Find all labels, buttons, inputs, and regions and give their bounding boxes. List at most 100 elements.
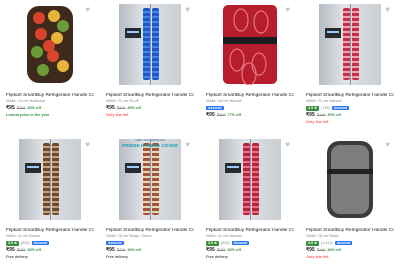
fridge-door-split (150, 139, 151, 220)
price: ₹95 (206, 112, 215, 118)
price: ₹95 (206, 247, 215, 253)
original-price: ₹499 (216, 113, 226, 117)
fridge-photo (119, 4, 181, 85)
handle-cover (143, 8, 150, 80)
product-card[interactable]: ♥ Flipkart SmartBuy Refrigerator Handle C… (100, 0, 200, 135)
product-subtitle: Width: 16 cm Beige, Green (106, 234, 152, 238)
discount: 80% off (127, 248, 142, 252)
rating-count: (822) (221, 241, 230, 245)
price-row: ₹95 ₹499 80% off (306, 112, 394, 118)
heart-icon[interactable]: ♥ (285, 141, 290, 149)
heart-icon[interactable]: ♥ (285, 6, 290, 14)
product-image-frame (319, 4, 381, 85)
product-image[interactable]: ♥ (206, 139, 294, 220)
product-subtitle: Width: 21 cm Maroon (206, 234, 243, 238)
rating-row: Assured (106, 240, 194, 246)
heart-icon[interactable]: ♥ (85, 141, 90, 149)
product-image[interactable]: ♥ (6, 139, 94, 220)
heart-icon[interactable]: ♥ (185, 6, 190, 14)
rating-count: (822) (21, 241, 30, 245)
handle-cover (143, 143, 150, 215)
heart-icon[interactable]: ♥ (85, 6, 90, 14)
assured-badge: Assured (331, 105, 350, 111)
price: ₹95 (6, 105, 15, 111)
price: ₹95 (6, 247, 15, 253)
product-subtitle: Width: 18 cm Black (306, 234, 339, 238)
product-image[interactable]: ♥ (306, 4, 394, 85)
product-grid: ♥ Flipkart SmartBuy Refrigerator Handle C… (0, 0, 400, 270)
product-card[interactable]: ♥ Flipkart SmartBuy Refrigerator Handle C… (0, 0, 100, 135)
assured-badge: Assured (31, 240, 50, 246)
product-subtitle: Width: 19 cm Multicolor (6, 99, 46, 103)
assured-badge: Assured (231, 240, 250, 246)
display-light (27, 166, 39, 168)
banner-tagline: 100% WATERPROOF (135, 139, 165, 142)
product-card[interactable]: ♥ Flipkart SmartBuy Refrigerator Handle C… (300, 0, 400, 135)
heart-icon[interactable]: ♥ (385, 141, 390, 149)
fridge-door-split (250, 139, 251, 220)
rating-badge: 3.9 ★ (6, 240, 20, 246)
rating-badge: 3.9 ★ (206, 240, 220, 246)
original-price: ₹499 (16, 106, 26, 110)
original-price: ₹499 (116, 106, 126, 110)
rating-count: (745) (321, 106, 330, 110)
product-note: Only few left (306, 120, 329, 124)
price: ₹95 (106, 105, 115, 111)
discount: 80% off (327, 248, 342, 252)
product-card[interactable]: ♥ Flipkart SmartBuy Refrigerator Handle C… (300, 135, 400, 270)
display-light (127, 166, 139, 168)
discount: 80% off (327, 113, 342, 117)
rating-count: (1,413) (321, 241, 333, 245)
product-image-art (223, 5, 277, 85)
price-row: ₹95 ₹499 80% off (206, 247, 294, 253)
discount: 80% off (127, 106, 142, 110)
product-card[interactable]: 100% WATERPROOF FRIDGE HANDLE COVER ♥ Flipk… (100, 135, 200, 270)
product-card[interactable]: ♥ Flipkart SmartBuy Refrigerator Handle C… (0, 135, 100, 270)
product-note: Lowest price in the year (6, 113, 50, 117)
price: ₹95 (306, 112, 315, 118)
product-card[interactable]: ♥ Flipkart SmartBuy Refrigerator Handle C… (200, 0, 300, 135)
product-subtitle: Width: 21 cm BLUE (106, 99, 140, 103)
product-image-art (27, 6, 73, 83)
product-image[interactable]: 100% WATERPROOF FRIDGE HANDLE COVER ♥ (106, 139, 194, 220)
original-price: ₹499 (116, 248, 126, 252)
display-light (227, 166, 239, 168)
display-light (327, 31, 339, 33)
product-image[interactable]: ♥ (106, 4, 194, 85)
fridge-photo (319, 4, 381, 85)
price: ₹95 (106, 247, 115, 253)
fridge-photo (19, 139, 81, 220)
rating-row: 3.9 ★ (822) Assured (6, 240, 94, 246)
heart-icon[interactable]: ♥ (385, 6, 390, 14)
product-image-frame (119, 4, 181, 85)
fridge-door-split (50, 139, 51, 220)
original-price: ₹499 (316, 113, 326, 117)
assured-badge: Assured (334, 240, 353, 246)
product-image-frame (219, 4, 281, 85)
product-note: Free delivery (6, 255, 28, 259)
product-note: Free delivery (106, 255, 128, 259)
product-image-frame (19, 4, 81, 85)
handle-cover (152, 8, 159, 80)
rating-row: 3.9 ★ (745) Assured (306, 105, 394, 111)
rating-row: Assured (206, 105, 294, 111)
banner-title: FRIDGE HANDLE COVER (122, 143, 178, 148)
heart-icon[interactable]: ♥ (185, 141, 190, 149)
price-row: ₹95 ₹499 80% off (106, 247, 194, 253)
discount: 77% off (227, 113, 242, 117)
price-row: ₹95 ₹499 80% off (106, 105, 194, 111)
rating-badge: 3.9 ★ (306, 105, 320, 111)
product-subtitle: Width: 21 cm Brown (6, 234, 40, 238)
discount: 80% off (27, 106, 42, 110)
handle-cover (243, 143, 250, 215)
product-card[interactable]: ♥ Flipkart SmartBuy Refrigerator Handle C… (200, 135, 300, 270)
fridge-door-split (150, 4, 151, 85)
original-price: ₹499 (16, 248, 26, 252)
product-image[interactable]: ♥ (6, 4, 94, 85)
product-image[interactable]: ♥ (206, 4, 294, 85)
price-row: ₹95 ₹499 77% off (206, 112, 294, 118)
discount: 80% off (27, 248, 42, 252)
product-image[interactable]: ♥ (306, 139, 394, 220)
handle-cover (252, 143, 259, 215)
product-subtitle: Width: 18 cm Maroon (206, 99, 243, 103)
